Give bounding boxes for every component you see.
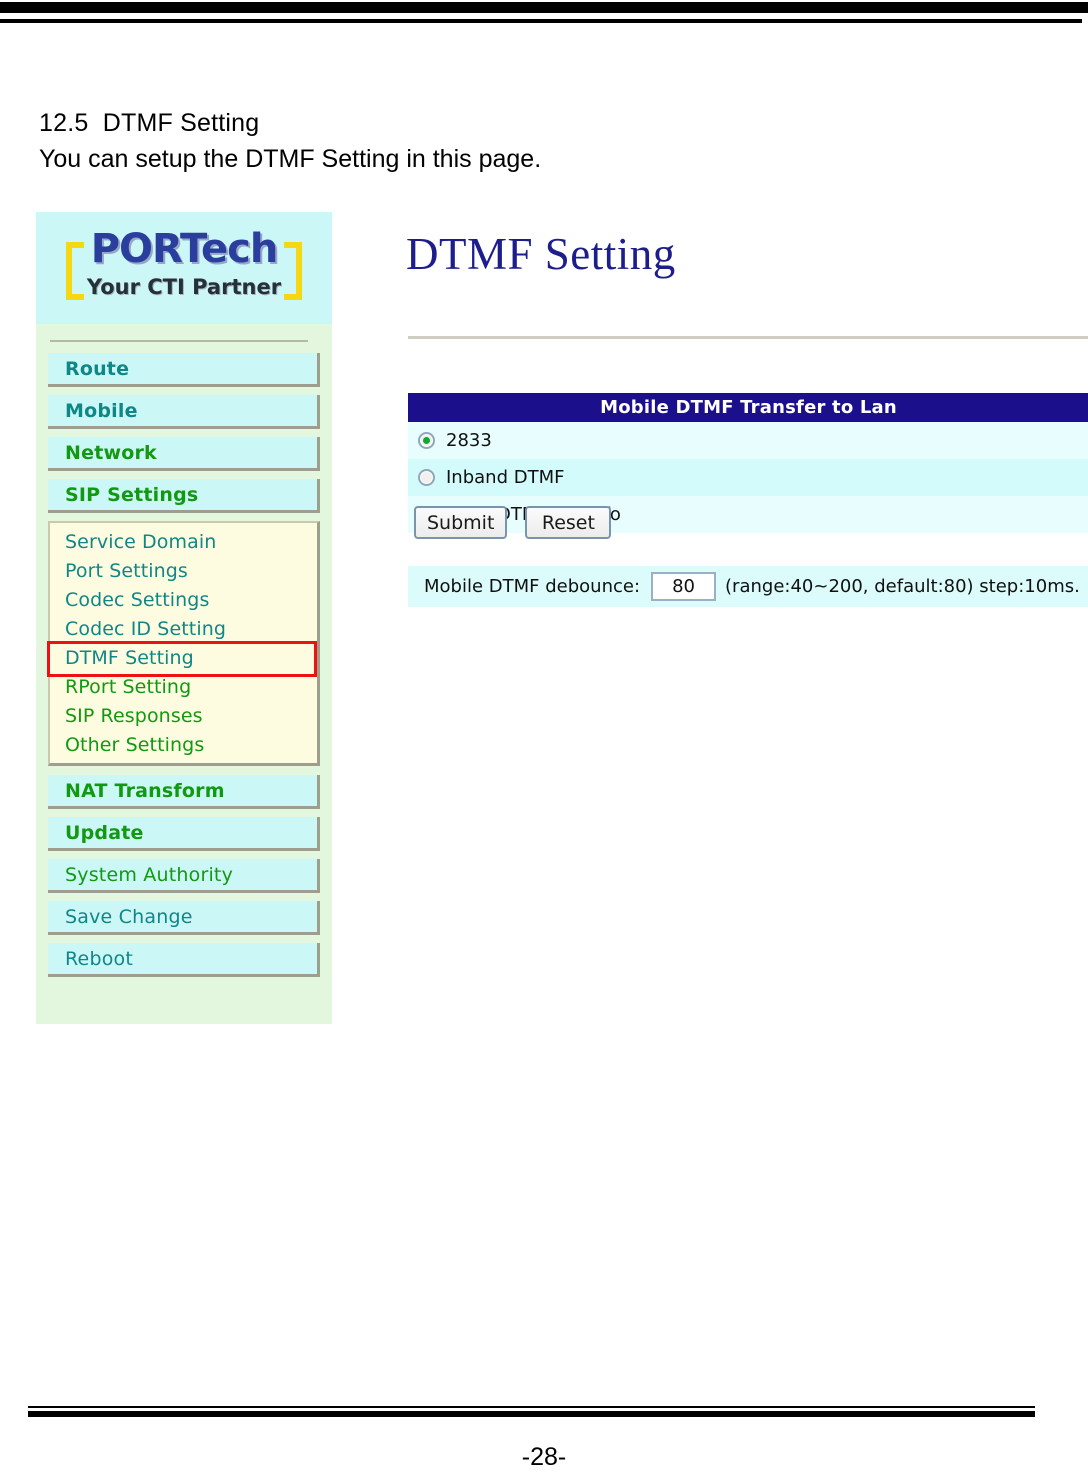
sidebar-item-label: System Authority bbox=[65, 863, 234, 886]
submit-button[interactable]: Submit bbox=[414, 506, 508, 539]
radio-row-inband-dtmf[interactable]: Inband DTMF bbox=[408, 459, 1088, 496]
page-bottom-rule-thick bbox=[28, 1411, 1035, 1417]
debounce-row: Mobile DTMF debounce: 80 (range:40~200, … bbox=[408, 566, 1088, 607]
submenu-item-label: Service Domain bbox=[65, 530, 217, 553]
section-heading: 12.5 DTMF Setting bbox=[39, 109, 260, 137]
main-content: DTMF Setting Mobile DTMF Transfer to Lan… bbox=[360, 212, 1088, 1024]
form-actions: Submit Reset bbox=[414, 506, 612, 539]
submenu-item-label: RPort Setting bbox=[65, 675, 192, 698]
debounce-label: Mobile DTMF debounce: bbox=[424, 576, 641, 597]
radio-label-inband-dtmf: Inband DTMF bbox=[446, 467, 565, 488]
sidebar-item-save-change[interactable]: Save Change bbox=[48, 901, 320, 935]
submenu-item-dtmf-setting[interactable]: DTMF Setting bbox=[47, 641, 317, 677]
sidebar-item-network[interactable]: Network bbox=[48, 437, 320, 471]
submenu-item-label: Codec ID Setting bbox=[65, 617, 227, 640]
page-top-rule-thick bbox=[0, 2, 1088, 13]
sidebar-item-nat-transform[interactable]: NAT Transform bbox=[48, 775, 320, 809]
sidebar-item-label: NAT Transform bbox=[65, 779, 225, 802]
logo-panel: PORTech Your CTI Partner bbox=[36, 212, 332, 324]
submenu-item-label: Port Settings bbox=[65, 559, 188, 582]
submenu-item-codec-settings[interactable]: Codec Settings bbox=[50, 585, 317, 614]
submenu-item-service-domain[interactable]: Service Domain bbox=[50, 527, 317, 556]
dtmf-settings-table: Mobile DTMF Transfer to Lan 2833 Inband … bbox=[408, 393, 1088, 607]
logo: PORTech Your CTI Partner bbox=[50, 220, 318, 306]
page-top-rule-thin bbox=[0, 19, 1082, 23]
radio-icon-2833[interactable] bbox=[418, 432, 435, 449]
submenu-item-label: Other Settings bbox=[65, 733, 205, 756]
submenu-item-label: Codec Settings bbox=[65, 588, 210, 611]
sidebar: PORTech Your CTI Partner Route Mobile Ne… bbox=[36, 212, 332, 1024]
title-divider bbox=[408, 336, 1088, 339]
submenu-item-port-settings[interactable]: Port Settings bbox=[50, 556, 317, 585]
sip-settings-submenu: Service Domain Port Settings Codec Setti… bbox=[47, 521, 320, 766]
sidebar-item-label: Route bbox=[65, 357, 130, 380]
sidebar-item-label: Network bbox=[65, 441, 157, 464]
submenu-item-sip-responses[interactable]: SIP Responses bbox=[50, 701, 317, 730]
submenu-item-codec-id-setting[interactable]: Codec ID Setting bbox=[50, 614, 317, 643]
submenu-item-label: DTMF Setting bbox=[65, 646, 194, 669]
submenu-item-rport-setting[interactable]: RPort Setting bbox=[50, 672, 317, 701]
sidebar-item-label: Save Change bbox=[65, 905, 193, 928]
page-number: -28- bbox=[521, 1443, 567, 1471]
sidebar-item-sip-settings[interactable]: SIP Settings bbox=[48, 479, 320, 513]
embedded-ui-screenshot: PORTech Your CTI Partner Route Mobile Ne… bbox=[36, 212, 1088, 1024]
submenu-item-other-settings[interactable]: Other Settings bbox=[50, 730, 317, 759]
radio-icon-inband-dtmf[interactable] bbox=[418, 469, 435, 486]
radio-row-2833[interactable]: 2833 bbox=[408, 422, 1088, 459]
sidebar-item-mobile[interactable]: Mobile bbox=[48, 395, 320, 429]
sidebar-item-reboot[interactable]: Reboot bbox=[48, 943, 320, 977]
sidebar-item-label: Update bbox=[65, 821, 144, 844]
sidebar-item-route[interactable]: Route bbox=[48, 353, 320, 387]
sidebar-item-system-authority[interactable]: System Authority bbox=[48, 859, 320, 893]
debounce-hint: (range:40~200, default:80) step:10ms. bbox=[725, 576, 1080, 597]
reset-button[interactable]: Reset bbox=[525, 506, 612, 539]
sidebar-item-update[interactable]: Update bbox=[48, 817, 320, 851]
radio-label-2833: 2833 bbox=[446, 430, 492, 451]
sidebar-menu: Route Mobile Network SIP Settings Servic… bbox=[36, 324, 332, 1003]
menu-divider bbox=[50, 340, 308, 342]
logo-brand: PORTech bbox=[90, 226, 279, 272]
section-subheading: You can setup the DTMF Setting in this p… bbox=[39, 145, 542, 173]
sidebar-item-label: Mobile bbox=[65, 399, 138, 422]
logo-tagline: Your CTI Partner bbox=[86, 275, 282, 299]
debounce-input[interactable]: 80 bbox=[651, 572, 717, 601]
table-header: Mobile DTMF Transfer to Lan bbox=[408, 393, 1088, 422]
page-bottom-rule-thin bbox=[28, 1406, 1035, 1408]
submenu-item-label: SIP Responses bbox=[65, 704, 203, 727]
sidebar-item-label: Reboot bbox=[65, 947, 133, 970]
page-title: DTMF Setting bbox=[406, 229, 676, 279]
sidebar-item-label: SIP Settings bbox=[65, 483, 199, 506]
